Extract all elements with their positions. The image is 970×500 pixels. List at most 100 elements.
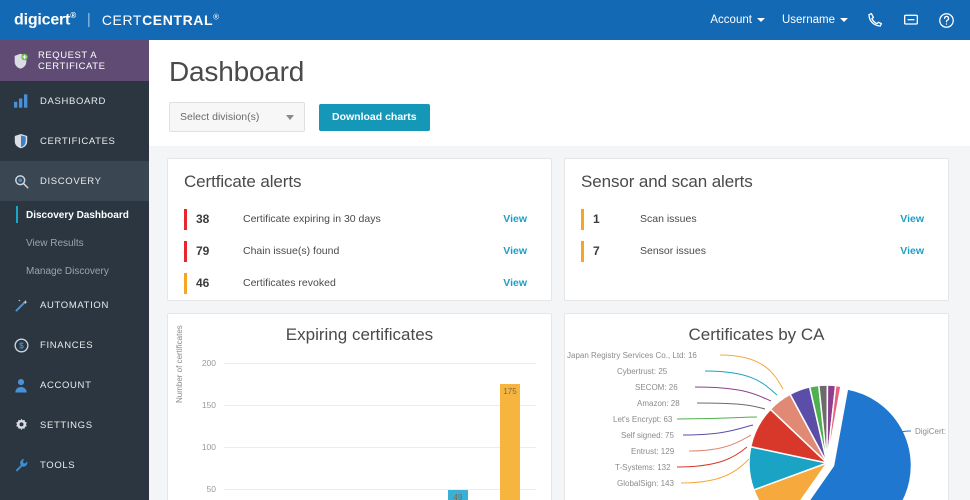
chat-icon[interactable] bbox=[901, 11, 920, 30]
y-axis-tick: 200 bbox=[190, 358, 216, 368]
severity-bar bbox=[184, 209, 187, 230]
sidebar-item-finances[interactable]: $ FINANCES bbox=[0, 325, 149, 365]
view-link[interactable]: View bbox=[900, 245, 924, 257]
sidebar-item-label: DASHBOARD bbox=[40, 96, 106, 107]
alert-count: 7 bbox=[593, 244, 640, 258]
dollar-circle-icon: $ bbox=[13, 338, 29, 353]
sidebar-item-label: AUTOMATION bbox=[40, 300, 109, 311]
alert-count: 38 bbox=[196, 212, 243, 226]
alert-text: Sensor issues bbox=[640, 245, 900, 257]
main-content: Dashboard Select division(s) Download ch… bbox=[149, 40, 970, 500]
sidebar-item-certificates[interactable]: CERTIFICATES bbox=[0, 121, 149, 161]
help-icon[interactable] bbox=[937, 11, 956, 30]
wrench-icon bbox=[13, 458, 29, 473]
gear-icon bbox=[13, 418, 29, 433]
chevron-down-icon bbox=[286, 115, 294, 120]
pie-leader-line bbox=[697, 403, 765, 409]
pie-leader-line bbox=[879, 431, 911, 441]
expiring-certificates-bar-chart: Number of certificates 50100150200352749… bbox=[168, 345, 552, 500]
sidebar-subitem-label: Discovery Dashboard bbox=[26, 210, 129, 221]
sidebar-item-label: DISCOVERY bbox=[40, 176, 102, 187]
chevron-down-icon bbox=[757, 18, 765, 22]
discovery-subnav: Discovery Dashboard View Results Manage … bbox=[0, 201, 149, 285]
sidebar-item-label: CERTIFICATES bbox=[40, 136, 116, 147]
y-axis-tick: 150 bbox=[190, 400, 216, 410]
pie-leader-line bbox=[689, 435, 751, 451]
alert-row: 79 Chain issue(s) found View bbox=[184, 235, 535, 267]
sidebar-item-automation[interactable]: AUTOMATION bbox=[0, 285, 149, 325]
division-select[interactable]: Select division(s) bbox=[169, 102, 305, 132]
chart-card-row: Expiring certificates Number of certific… bbox=[167, 313, 959, 500]
brand-separator: | bbox=[87, 11, 91, 28]
certificate-alerts-card: Certficate alerts 38 Certificate expirin… bbox=[167, 158, 552, 301]
svg-text:$: $ bbox=[19, 340, 24, 350]
bar-value-label: 49 bbox=[448, 493, 468, 500]
alert-count: 79 bbox=[196, 244, 243, 258]
sidebar-subitem-label: Manage Discovery bbox=[26, 266, 109, 277]
dashboard-content: Certficate alerts 38 Certificate expirin… bbox=[149, 146, 970, 500]
view-link[interactable]: View bbox=[503, 245, 527, 257]
shield-plus-icon bbox=[13, 53, 28, 69]
brand-logo[interactable]: digicert® | CERTCENTRAL® bbox=[0, 11, 220, 29]
bar: 49 bbox=[448, 490, 468, 500]
page-title: Dashboard bbox=[149, 40, 970, 88]
alert-text: Chain issue(s) found bbox=[243, 245, 503, 257]
alert-count: 1 bbox=[593, 212, 640, 226]
y-axis-label: Number of certificates bbox=[175, 325, 184, 403]
brand-certcentral: CERTCENTRAL® bbox=[102, 12, 220, 28]
account-menu[interactable]: Account bbox=[710, 14, 765, 26]
top-navigation-bar: digicert® | CERTCENTRAL® Account Usernam… bbox=[0, 0, 970, 40]
sidebar-item-label: FINANCES bbox=[40, 340, 93, 351]
sidebar-item-tools[interactable]: TOOLS bbox=[0, 445, 149, 485]
registered-mark-icon-2: ® bbox=[213, 12, 220, 21]
view-link[interactable]: View bbox=[503, 277, 527, 289]
pie-leader-line bbox=[695, 387, 771, 401]
y-axis-tick: 100 bbox=[190, 442, 216, 452]
sidebar-item-discovery[interactable]: DISCOVERY bbox=[0, 161, 149, 201]
alert-row: 38 Certificate expiring in 30 days View bbox=[184, 203, 535, 235]
sidebar-subitem-discovery-dashboard[interactable]: Discovery Dashboard bbox=[0, 201, 149, 229]
severity-bar bbox=[581, 241, 584, 262]
magic-wand-icon bbox=[13, 298, 29, 313]
chart-title: Expiring certificates bbox=[168, 325, 551, 345]
sidebar-item-label: SETTINGS bbox=[40, 420, 93, 431]
bar-chart-icon bbox=[13, 94, 29, 108]
digicert-certcentral-dashboard: digicert® | CERTCENTRAL® Account Usernam… bbox=[0, 0, 970, 500]
view-link[interactable]: View bbox=[503, 213, 527, 225]
bar-value-label: 175 bbox=[500, 387, 520, 396]
expiring-certificates-chart-card: Expiring certificates Number of certific… bbox=[167, 313, 552, 500]
pie-leader-line bbox=[681, 459, 749, 483]
account-menu-label: Account bbox=[710, 14, 752, 26]
download-charts-button[interactable]: Download charts bbox=[319, 104, 430, 131]
sidebar-item-label: REQUEST A CERTIFICATE bbox=[38, 50, 149, 72]
sidebar-item-dashboard[interactable]: DASHBOARD bbox=[0, 81, 149, 121]
sensor-scan-alerts-card: Sensor and scan alerts 1 Scan issues Vie… bbox=[564, 158, 949, 301]
sidebar-subitem-view-results[interactable]: View Results bbox=[0, 229, 149, 257]
username-menu[interactable]: Username bbox=[782, 14, 848, 26]
division-select-value: Select division(s) bbox=[180, 111, 259, 123]
certificates-by-ca-chart-card: Certificates by CA Japan Registry Servic… bbox=[564, 313, 949, 500]
sidebar: REQUEST A CERTIFICATE DASHBOARD CERTIFIC… bbox=[0, 40, 149, 500]
severity-bar bbox=[184, 273, 187, 294]
grid-line bbox=[224, 405, 536, 406]
phone-icon[interactable] bbox=[865, 11, 884, 30]
sidebar-subitem-manage-discovery[interactable]: Manage Discovery bbox=[0, 257, 149, 285]
registered-mark-icon: ® bbox=[70, 11, 76, 20]
bar: 175 bbox=[500, 384, 520, 500]
pie-leader-line bbox=[705, 371, 777, 395]
sidebar-item-settings[interactable]: SETTINGS bbox=[0, 405, 149, 445]
sidebar-item-account[interactable]: ACCOUNT bbox=[0, 365, 149, 405]
pie-leader-line bbox=[677, 417, 757, 419]
y-axis-tick: 50 bbox=[190, 484, 216, 494]
alert-count: 46 bbox=[196, 276, 243, 290]
alert-card-row: Certficate alerts 38 Certificate expirin… bbox=[167, 158, 959, 301]
view-link[interactable]: View bbox=[900, 213, 924, 225]
sidebar-item-label: TOOLS bbox=[40, 460, 75, 471]
sidebar-item-request-a-certificate[interactable]: REQUEST A CERTIFICATE bbox=[0, 40, 149, 81]
username-menu-label: Username bbox=[782, 14, 835, 26]
sidebar-item-label: ACCOUNT bbox=[40, 380, 92, 391]
person-icon bbox=[13, 378, 29, 393]
grid-line bbox=[224, 489, 536, 490]
certificates-by-ca-pie-chart: Japan Registry Services Co., Ltd: 16Cybe… bbox=[565, 345, 949, 500]
chart-title: Certificates by CA bbox=[565, 325, 948, 345]
